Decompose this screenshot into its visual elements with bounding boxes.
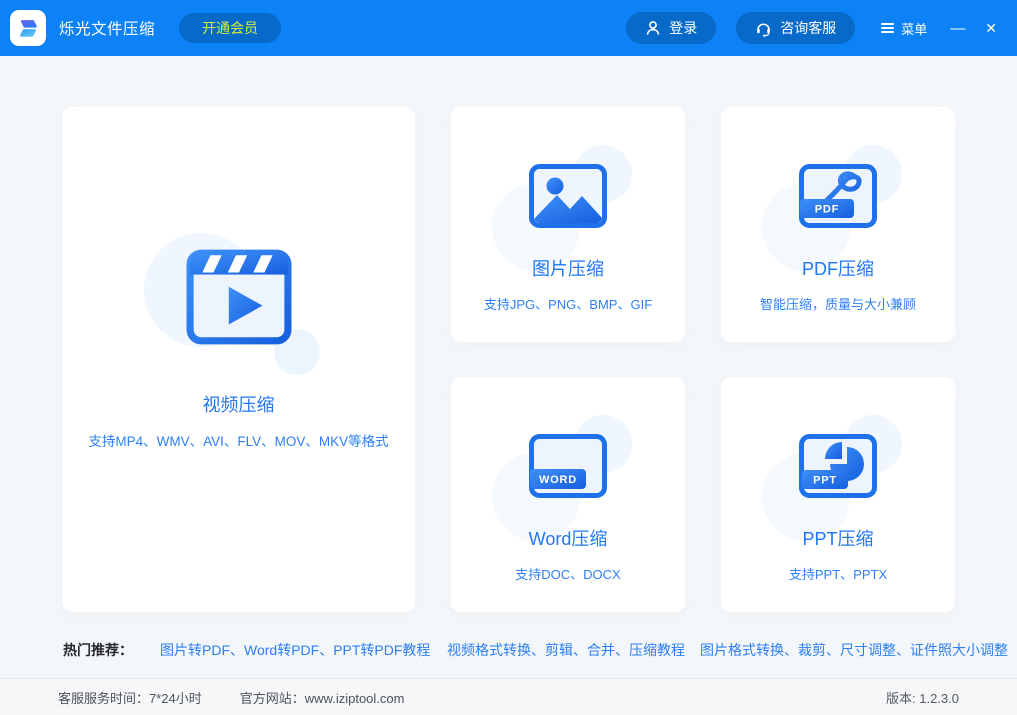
pdf-badge: PDF xyxy=(815,204,839,216)
app-logo-icon xyxy=(10,10,46,46)
footer-bar: 客服服务时间：7*24小时 官方网站：www.iziptool.com 版本: … xyxy=(0,678,1017,715)
card-pdf-compress[interactable]: PDF PDF压缩 智能压缩，质量与大小兼顾 xyxy=(721,107,955,342)
recommendation-link-video-tutorials[interactable]: 视频格式转换、剪辑、合并、压缩教程 xyxy=(447,640,685,660)
card-title: PPT压缩 xyxy=(802,529,874,549)
image-compress-icon xyxy=(529,164,607,228)
hot-recommendations-label: 热门推荐： xyxy=(63,642,133,658)
card-title: PDF压缩 xyxy=(802,259,874,279)
close-button[interactable]: ✕ xyxy=(985,21,997,35)
pdf-compress-icon: PDF xyxy=(799,164,877,228)
website-label: 官方网站： xyxy=(239,690,305,706)
minimize-button[interactable]: — xyxy=(950,21,965,36)
card-subtitle: 支持PPT、PPTX xyxy=(788,567,888,582)
hamburger-icon xyxy=(881,21,895,36)
website-row: 官方网站：www.iziptool.com xyxy=(240,688,405,707)
login-button[interactable]: 登录 xyxy=(626,12,717,44)
menu-label: 菜单 xyxy=(901,21,928,37)
app-title: 烁光文件压缩 xyxy=(59,21,156,38)
menu-button[interactable]: 菜单 xyxy=(881,19,927,38)
ppt-compress-icon: PPT xyxy=(799,434,877,498)
card-title: 图片压缩 xyxy=(532,259,604,279)
card-subtitle: 支持DOC、DOCX xyxy=(515,567,621,582)
title-bar: 烁光文件压缩 开通会员 登录 咨询客服 菜单 — ✕ xyxy=(0,0,1017,56)
word-compress-icon: WORD xyxy=(529,434,607,498)
service-time-text: 客服服务时间：7*24小时 xyxy=(58,690,202,706)
user-icon xyxy=(645,20,661,36)
card-image-compress[interactable]: 图片压缩 支持JPG、PNG、BMP、GIF xyxy=(451,107,685,342)
headset-icon xyxy=(755,20,772,37)
card-subtitle: 支持JPG、PNG、BMP、GIF xyxy=(483,297,653,312)
word-badge: WORD xyxy=(539,474,577,486)
login-button-label: 登录 xyxy=(669,20,698,36)
ppt-badge: PPT xyxy=(813,475,837,487)
support-button[interactable]: 咨询客服 xyxy=(736,12,856,44)
hot-recommendations: 热门推荐： 图片转PDF、Word转PDF、PPT转PDF教程 视频格式转换、剪… xyxy=(0,640,1017,662)
video-compress-icon xyxy=(186,249,291,345)
version-text: 版本: 1.2.3.0 xyxy=(886,690,959,706)
card-title: Word压缩 xyxy=(528,529,608,549)
support-button-label: 咨询客服 xyxy=(780,20,837,36)
card-title: 视频压缩 xyxy=(202,395,275,415)
recommendation-link-image-tools[interactable]: 图片格式转换、裁剪、尺寸调整、证件照大小调整 xyxy=(700,640,1008,660)
recommendation-link-pdf-tutorials[interactable]: 图片转PDF、Word转PDF、PPT转PDF教程 xyxy=(160,640,430,660)
card-subtitle: 支持MP4、WMV、AVI、FLV、MOV、MKV等格式 xyxy=(88,434,389,449)
main-area: 视频压缩 支持MP4、WMV、AVI、FLV、MOV、MKV等格式 图片压缩 支… xyxy=(0,56,1017,678)
card-ppt-compress[interactable]: PPT PPT压缩 支持PPT、PPTX xyxy=(721,377,955,612)
card-subtitle: 智能压缩，质量与大小兼顾 xyxy=(759,297,916,312)
app-window: 烁光文件压缩 开通会员 登录 咨询客服 菜单 — ✕ 视频压缩 支持MP4、WM… xyxy=(0,0,1017,715)
card-word-compress[interactable]: WORD Word压缩 支持DOC、DOCX xyxy=(451,377,685,612)
vip-button[interactable]: 开通会员 xyxy=(179,13,282,43)
website-link[interactable]: www.iziptool.com xyxy=(305,691,405,706)
card-video-compress[interactable]: 视频压缩 支持MP4、WMV、AVI、FLV、MOV、MKV等格式 xyxy=(62,107,415,612)
